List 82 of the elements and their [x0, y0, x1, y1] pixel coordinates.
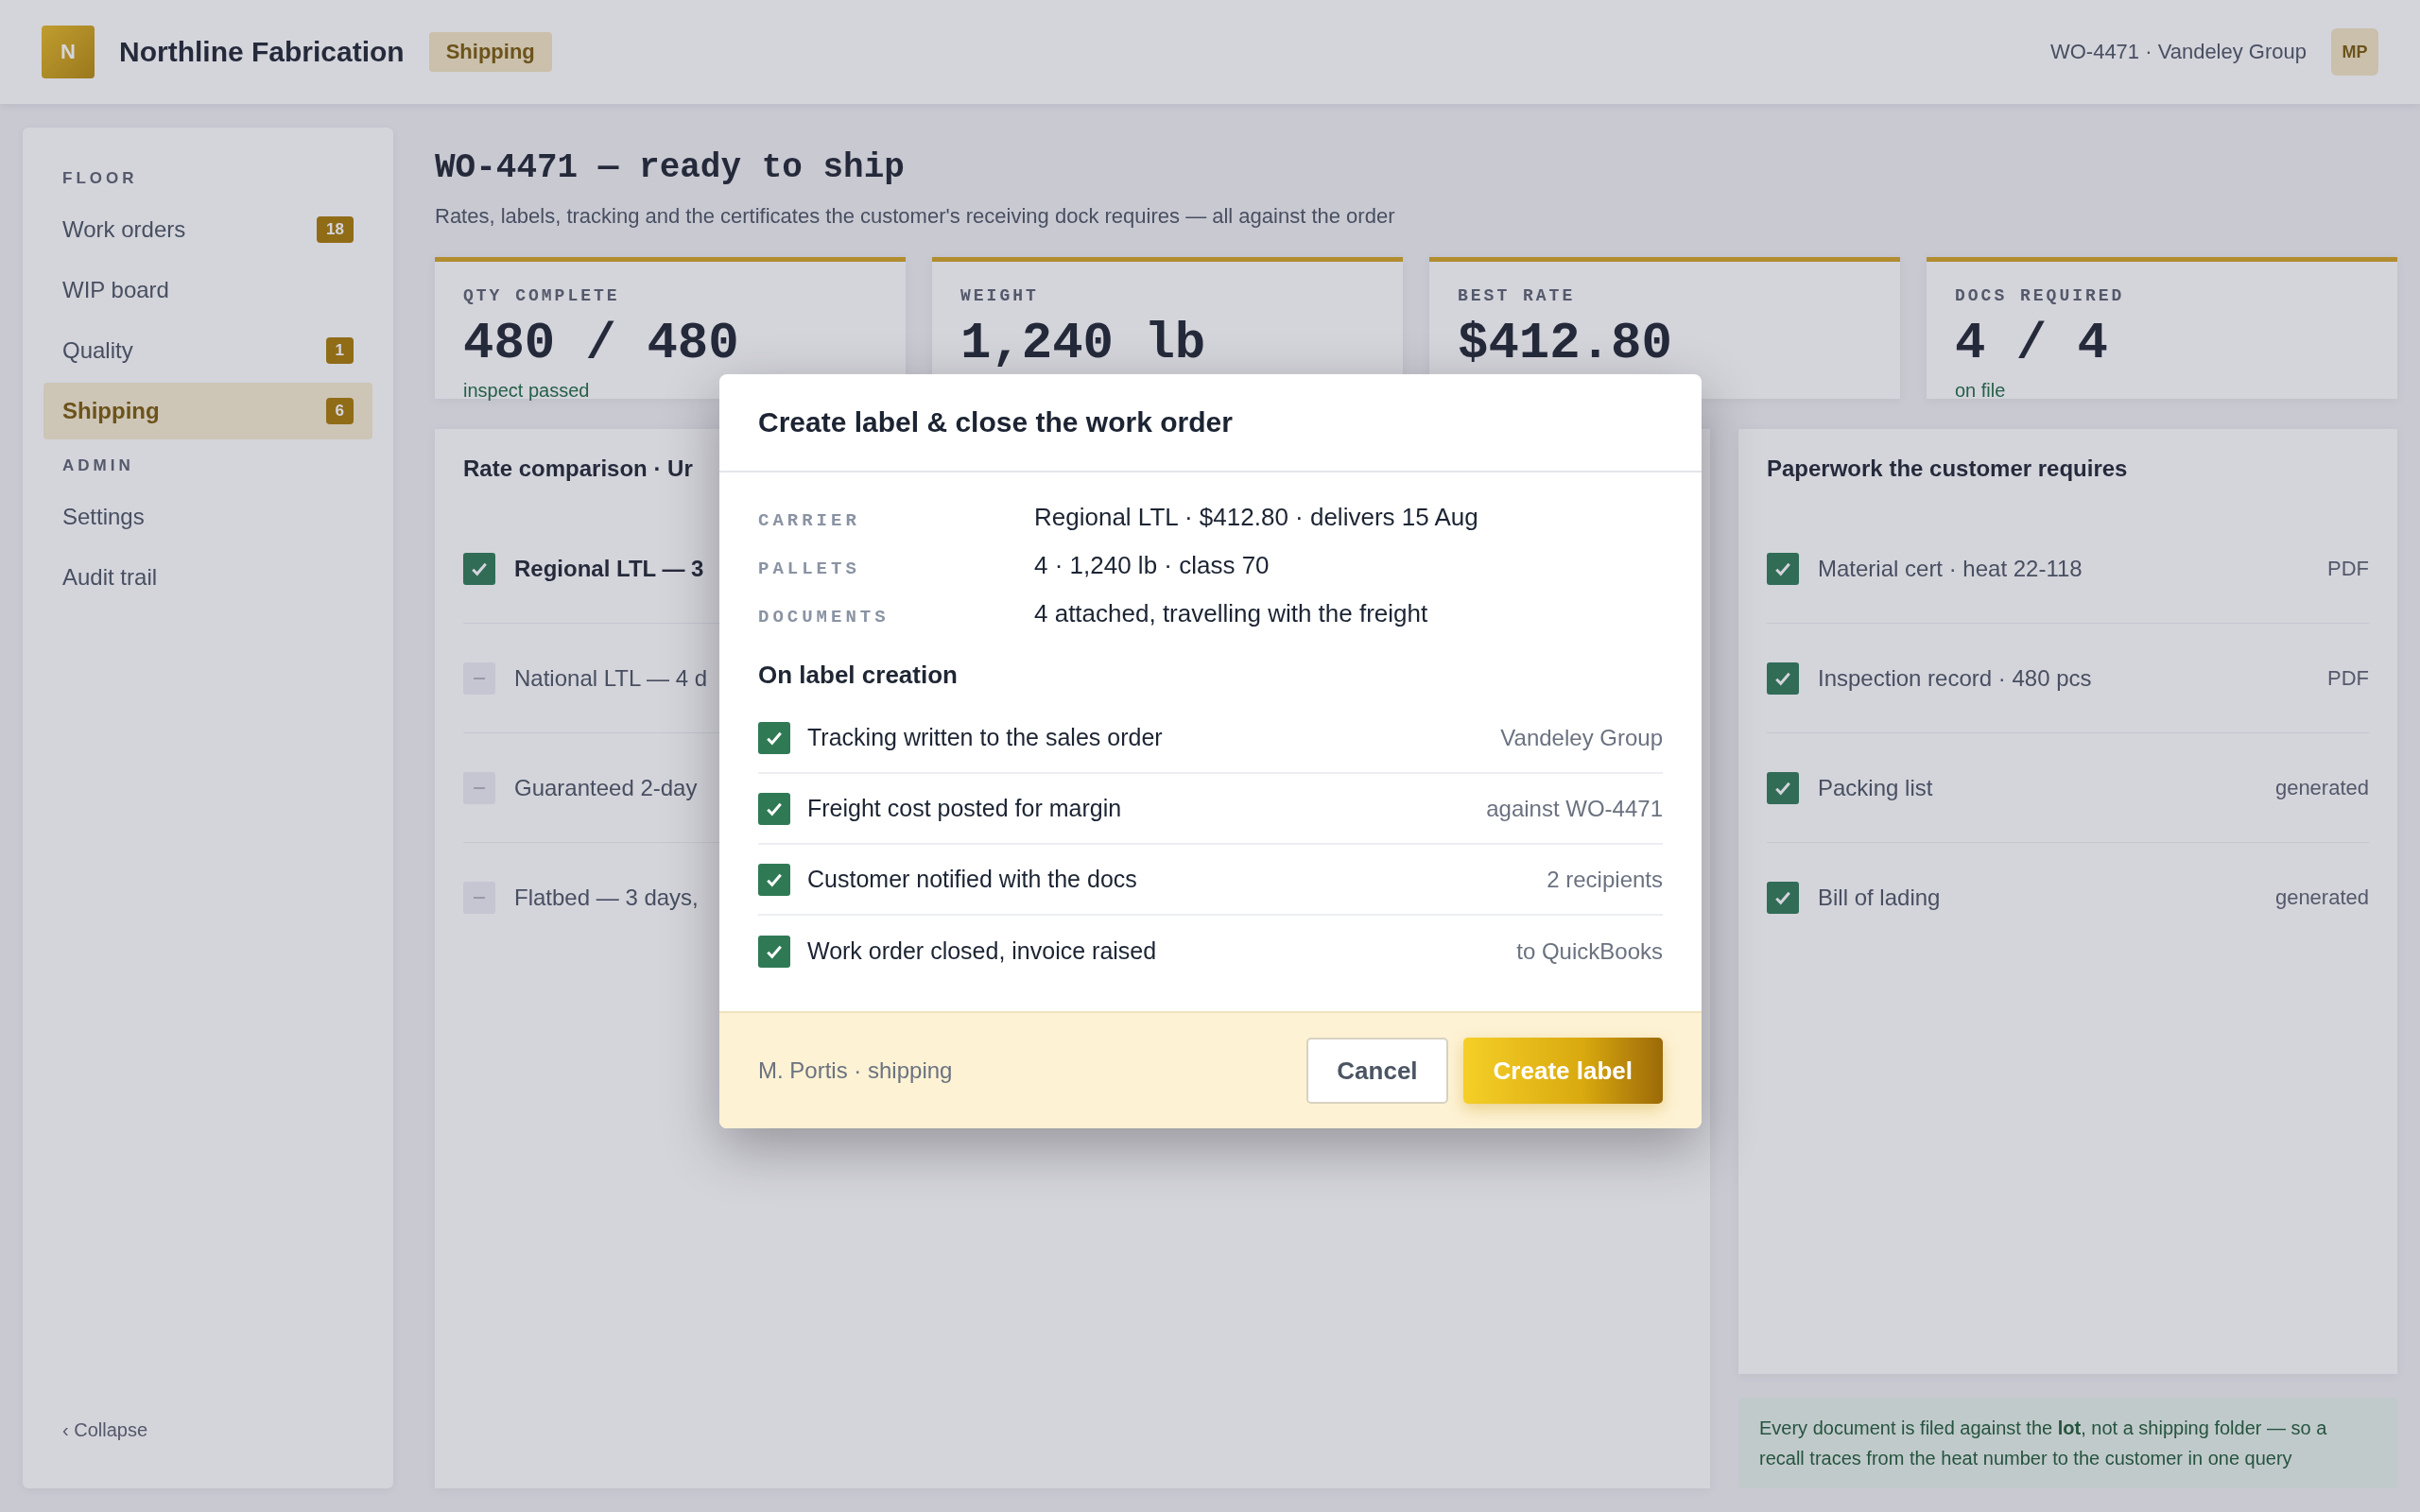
action-checkbox[interactable] — [758, 863, 790, 896]
nav-item[interactable]: Settings — [43, 489, 372, 545]
document-name: Material cert · heat 22-118 — [1818, 555, 2083, 582]
stat-label: WEIGHT — [960, 286, 1040, 305]
summary-label: CARRIER — [758, 510, 861, 531]
nav-item[interactable]: Shipping 6 — [43, 383, 372, 439]
user-avatar[interactable]: MP — [2331, 28, 2378, 76]
action-label: Tracking written to the sales order — [807, 724, 1163, 751]
footer-note: M. Portis · shipping — [758, 1057, 953, 1084]
rate-checkbox[interactable] — [463, 882, 495, 914]
document-checkbox[interactable] — [1767, 662, 1799, 695]
stat-value: 1,240 lb — [960, 315, 1207, 372]
action-detail: 2 recipients — [1547, 866, 1663, 893]
page-subtitle: Rates, labels, tracking and the certificates the customer's receiving dock requires — all against the order — [435, 204, 1396, 229]
summary-label: PALLETS — [758, 558, 861, 579]
document-checkbox[interactable] — [1767, 882, 1799, 914]
count-badge: 1 — [325, 337, 354, 364]
document-checkbox[interactable] — [1767, 771, 1799, 804]
stat-note: inspect passed — [463, 380, 591, 402]
nav-label: Settings — [62, 504, 145, 530]
stat-value: 480 / 480 — [463, 315, 740, 372]
action-detail: against WO-4471 — [1486, 795, 1663, 822]
nav-label: Quality — [62, 337, 133, 364]
count-badge: 18 — [317, 216, 354, 243]
dialog-title: Create label & close the work order — [758, 406, 1234, 438]
stat-label: BEST RATE — [1458, 286, 1577, 305]
cancel-button[interactable]: Cancel — [1306, 1038, 1448, 1104]
nav-label: Work orders — [62, 216, 186, 243]
nav-group-heading: ADMIN — [61, 455, 135, 476]
stat-note: on file — [1955, 380, 2007, 402]
section-heading: On label creation — [758, 661, 959, 690]
summary-value: 4 · 1,240 lb · class 70 — [1034, 551, 1270, 580]
nav-label: Audit trail — [62, 564, 158, 591]
info-note: Every document is filed against the lot, not a shipping folder — so a recall traces from the heat number to the customer in one query — [1738, 1398, 2397, 1488]
nav-label: WIP board — [62, 277, 169, 303]
count-badge: 6 — [325, 398, 354, 424]
document-name: Packing list — [1818, 774, 1933, 801]
action-checkbox[interactable] — [758, 721, 790, 754]
rate-option: Guaranteed 2-day — [514, 774, 698, 801]
action-detail: to QuickBooks — [1516, 937, 1663, 965]
stat-value: 4 / 4 — [1955, 315, 2110, 372]
summary-value: 4 attached, travelling with the freight — [1034, 599, 1429, 628]
nav-item[interactable]: Quality 1 — [43, 322, 372, 379]
summary-label: DOCUMENTS — [758, 607, 890, 627]
company-name: Northline Fabrication — [119, 36, 405, 68]
nav-label: Shipping — [62, 398, 160, 424]
action-label: Work order closed, invoice raised — [807, 937, 1157, 965]
document-name: Inspection record · 480 pcs — [1818, 664, 2092, 692]
action-label: Freight cost posted for margin — [807, 795, 1122, 822]
document-format: generated — [2274, 885, 2369, 910]
document-name: Bill of lading — [1818, 885, 1941, 911]
action-checkbox[interactable] — [758, 935, 790, 968]
document-format: PDF — [2327, 665, 2369, 691]
order-context: WO-4471 · Vandeley Group — [2049, 40, 2307, 64]
summary-value: Regional LTL · $412.80 · delivers 15 Aug — [1034, 503, 1479, 532]
action-label: Customer notified with the docs — [807, 866, 1137, 893]
action-checkbox[interactable] — [758, 792, 790, 825]
rate-option: Regional LTL — 3 — [514, 555, 704, 582]
document-format: PDF — [2327, 556, 2369, 581]
rate-checkbox[interactable] — [463, 771, 495, 804]
rate-checkbox[interactable] — [463, 552, 495, 585]
rate-option: Flatbed — 3 days, — [514, 885, 699, 911]
rate-checkbox[interactable] — [463, 662, 495, 695]
panel-title: Rate comparison · Ur — [463, 455, 693, 482]
nav-item[interactable]: Work orders 18 — [43, 201, 372, 258]
stat-label: DOCS REQUIRED — [1955, 286, 2126, 305]
nav-group-heading: FLOOR — [61, 168, 139, 189]
panel-title: Paperwork the customer requires — [1767, 455, 2128, 482]
stat-value: $412.80 — [1458, 315, 1673, 372]
action-detail: Vandeley Group — [1500, 724, 1663, 751]
dash-icon — [474, 786, 485, 789]
nav-item[interactable]: Audit trail — [43, 549, 372, 606]
rate-option: National LTL — 4 d — [514, 664, 708, 692]
section-tag: Shipping — [428, 32, 552, 72]
document-checkbox[interactable] — [1767, 552, 1799, 585]
document-format: generated — [2274, 775, 2369, 800]
dash-icon — [474, 897, 485, 899]
stat-label: QTY COMPLETE — [463, 286, 621, 305]
collapse-link[interactable]: ‹ Collapse — [43, 1419, 372, 1460]
dash-icon — [474, 677, 485, 679]
nav-item[interactable]: WIP board — [43, 262, 372, 318]
page-title: WO-4471 — ready to ship — [435, 148, 906, 187]
